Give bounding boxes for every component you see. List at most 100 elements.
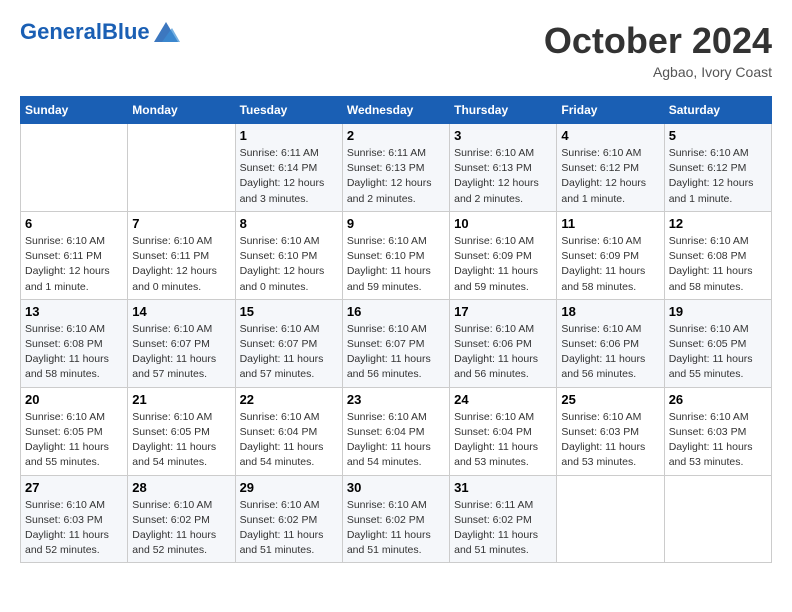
calendar-cell: 27 Sunrise: 6:10 AMSunset: 6:03 PMDayligh…: [21, 475, 128, 563]
day-number: 13: [25, 304, 123, 319]
title-area: October 2024 Agbao, Ivory Coast: [544, 20, 772, 80]
day-number: 28: [132, 480, 230, 495]
day-number: 5: [669, 128, 767, 143]
day-number: 22: [240, 392, 338, 407]
day-info: Sunrise: 6:10 AMSunset: 6:10 PMDaylight:…: [240, 234, 338, 295]
day-number: 6: [25, 216, 123, 231]
calendar-cell: 22Sunrise: 6:10 AMSunset: 6:04 PMDayligh…: [235, 387, 342, 475]
day-number: 7: [132, 216, 230, 231]
day-info: Sunrise: 6:10 AMSunset: 6:07 PMDaylight:…: [347, 322, 445, 383]
calendar-cell: 24 Sunrise: 6:10 AMSunset: 6:04 PMDayligh…: [450, 387, 557, 475]
day-number: 3: [454, 128, 552, 143]
day-number: 26: [669, 392, 767, 407]
day-info: Sunrise: 6:10 AMSunset: 6:09 PMDaylight:…: [454, 234, 552, 295]
day-info: Sunrise: 6:10 AMSunset: 6:11 PMDaylight:…: [25, 234, 123, 295]
calendar-cell: 6 Sunrise: 6:10 AMSunset: 6:11 PMDaylight…: [21, 211, 128, 299]
day-info: Sunrise: 6:10 AMSunset: 6:08 PMDaylight:…: [25, 322, 123, 383]
day-number: 30: [347, 480, 445, 495]
day-number: 2: [347, 128, 445, 143]
day-info: Sunrise: 6:10 AMSunset: 6:04 PMDaylight:…: [454, 410, 552, 471]
calendar-cell: 19 Sunrise: 6:10 AMSunset: 6:05 PMDayligh…: [664, 299, 771, 387]
calendar-cell: 26 Sunrise: 6:10 AMSunset: 6:03 PMDayligh…: [664, 387, 771, 475]
day-number: 4: [561, 128, 659, 143]
calendar-cell: [21, 124, 128, 212]
day-number: 18: [561, 304, 659, 319]
day-info: Sunrise: 6:10 AMSunset: 6:03 PMDaylight:…: [669, 410, 767, 471]
calendar-cell: 31 Sunrise: 6:11 AMSunset: 6:02 PMDayligh…: [450, 475, 557, 563]
day-info: Sunrise: 6:10 AMSunset: 6:02 PMDaylight:…: [240, 498, 338, 559]
calendar-header: SundayMondayTuesdayWednesdayThursdayFrid…: [21, 97, 772, 124]
day-info: Sunrise: 6:10 AMSunset: 6:08 PMDaylight:…: [669, 234, 767, 295]
day-info: Sunrise: 6:10 AMSunset: 6:07 PMDaylight:…: [132, 322, 230, 383]
calendar-cell: 12 Sunrise: 6:10 AMSunset: 6:08 PMDayligh…: [664, 211, 771, 299]
day-number: 23: [347, 392, 445, 407]
calendar-cell: 1 Sunrise: 6:11 AMSunset: 6:14 PMDaylight…: [235, 124, 342, 212]
day-info: Sunrise: 6:10 AMSunset: 6:12 PMDaylight:…: [669, 146, 767, 207]
day-number: 19: [669, 304, 767, 319]
weekday-sunday: Sunday: [21, 97, 128, 124]
calendar-cell: 15Sunrise: 6:10 AMSunset: 6:07 PMDayligh…: [235, 299, 342, 387]
day-number: 21: [132, 392, 230, 407]
day-number: 25: [561, 392, 659, 407]
logo-icon: [152, 20, 180, 44]
day-info: Sunrise: 6:10 AMSunset: 6:05 PMDaylight:…: [25, 410, 123, 471]
day-number: 15: [240, 304, 338, 319]
calendar-cell: 17Sunrise: 6:10 AMSunset: 6:06 PMDayligh…: [450, 299, 557, 387]
day-info: Sunrise: 6:10 AMSunset: 6:12 PMDaylight:…: [561, 146, 659, 207]
day-info: Sunrise: 6:10 AMSunset: 6:03 PMDaylight:…: [561, 410, 659, 471]
day-info: Sunrise: 6:11 AMSunset: 6:13 PMDaylight:…: [347, 146, 445, 207]
calendar-cell: 18 Sunrise: 6:10 AMSunset: 6:06 PMDayligh…: [557, 299, 664, 387]
calendar-cell: 28 Sunrise: 6:10 AMSunset: 6:02 PMDayligh…: [128, 475, 235, 563]
day-info: Sunrise: 6:10 AMSunset: 6:04 PMDaylight:…: [347, 410, 445, 471]
calendar-cell: 4 Sunrise: 6:10 AMSunset: 6:12 PMDaylight…: [557, 124, 664, 212]
day-number: 24: [454, 392, 552, 407]
calendar-cell: 10Sunrise: 6:10 AMSunset: 6:09 PMDayligh…: [450, 211, 557, 299]
calendar-cell: 5 Sunrise: 6:10 AMSunset: 6:12 PMDaylight…: [664, 124, 771, 212]
weekday-saturday: Saturday: [664, 97, 771, 124]
day-info: Sunrise: 6:10 AMSunset: 6:02 PMDaylight:…: [132, 498, 230, 559]
calendar-cell: 25 Sunrise: 6:10 AMSunset: 6:03 PMDayligh…: [557, 387, 664, 475]
logo: GeneralBlue: [20, 20, 180, 44]
day-info: Sunrise: 6:10 AMSunset: 6:05 PMDaylight:…: [669, 322, 767, 383]
day-info: Sunrise: 6:10 AMSunset: 6:06 PMDaylight:…: [454, 322, 552, 383]
day-info: Sunrise: 6:10 AMSunset: 6:05 PMDaylight:…: [132, 410, 230, 471]
day-number: 16: [347, 304, 445, 319]
calendar-cell: 30 Sunrise: 6:10 AMSunset: 6:02 PMDayligh…: [342, 475, 449, 563]
day-number: 8: [240, 216, 338, 231]
day-info: Sunrise: 6:10 AMSunset: 6:13 PMDaylight:…: [454, 146, 552, 207]
day-info: Sunrise: 6:10 AMSunset: 6:06 PMDaylight:…: [561, 322, 659, 383]
day-info: Sunrise: 6:11 AMSunset: 6:14 PMDaylight:…: [240, 146, 338, 207]
day-number: 1: [240, 128, 338, 143]
day-info: Sunrise: 6:10 AMSunset: 6:09 PMDaylight:…: [561, 234, 659, 295]
calendar-cell: 2 Sunrise: 6:11 AMSunset: 6:13 PMDaylight…: [342, 124, 449, 212]
calendar-cell: 23 Sunrise: 6:10 AMSunset: 6:04 PMDayligh…: [342, 387, 449, 475]
day-info: Sunrise: 6:10 AMSunset: 6:03 PMDaylight:…: [25, 498, 123, 559]
calendar-cell: 9 Sunrise: 6:10 AMSunset: 6:10 PMDaylight…: [342, 211, 449, 299]
day-number: 20: [25, 392, 123, 407]
day-number: 14: [132, 304, 230, 319]
calendar-cell: [664, 475, 771, 563]
weekday-wednesday: Wednesday: [342, 97, 449, 124]
calendar-cell: 29 Sunrise: 6:10 AMSunset: 6:02 PMDayligh…: [235, 475, 342, 563]
calendar-cell: 16 Sunrise: 6:10 AMSunset: 6:07 PMDayligh…: [342, 299, 449, 387]
month-title: October 2024: [544, 20, 772, 62]
calendar-cell: 7Sunrise: 6:10 AMSunset: 6:11 PMDaylight…: [128, 211, 235, 299]
day-number: 11: [561, 216, 659, 231]
calendar-cell: 3 Sunrise: 6:10 AMSunset: 6:13 PMDaylight…: [450, 124, 557, 212]
weekday-tuesday: Tuesday: [235, 97, 342, 124]
day-info: Sunrise: 6:10 AMSunset: 6:02 PMDaylight:…: [347, 498, 445, 559]
weekday-friday: Friday: [557, 97, 664, 124]
calendar-cell: 11 Sunrise: 6:10 AMSunset: 6:09 PMDayligh…: [557, 211, 664, 299]
day-number: 27: [25, 480, 123, 495]
calendar-table: SundayMondayTuesdayWednesdayThursdayFrid…: [20, 96, 772, 563]
day-info: Sunrise: 6:11 AMSunset: 6:02 PMDaylight:…: [454, 498, 552, 559]
calendar-cell: 21 Sunrise: 6:10 AMSunset: 6:05 PMDayligh…: [128, 387, 235, 475]
day-number: 29: [240, 480, 338, 495]
day-info: Sunrise: 6:10 AMSunset: 6:10 PMDaylight:…: [347, 234, 445, 295]
day-number: 12: [669, 216, 767, 231]
day-number: 9: [347, 216, 445, 231]
calendar-cell: [128, 124, 235, 212]
day-number: 31: [454, 480, 552, 495]
calendar-cell: 14 Sunrise: 6:10 AMSunset: 6:07 PMDayligh…: [128, 299, 235, 387]
calendar-cell: [557, 475, 664, 563]
